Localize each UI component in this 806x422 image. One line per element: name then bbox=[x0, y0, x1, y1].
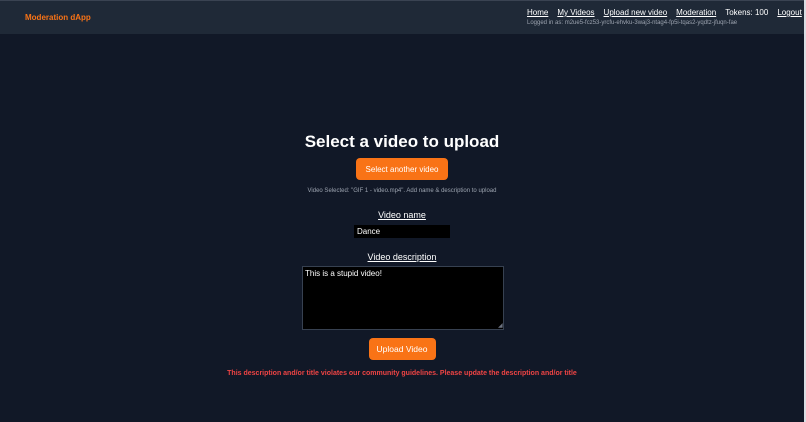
app-page: Moderation dApp Home My Videos Upload ne… bbox=[0, 0, 806, 422]
upload-video-button[interactable]: Upload Video bbox=[368, 338, 436, 360]
select-video-button[interactable]: Select another video bbox=[356, 158, 448, 180]
resize-handle-icon[interactable]: ◢ bbox=[498, 323, 503, 329]
logged-in-principal: Logged in as: m2ue5-fcz53-yrcfu-ehvku-3w… bbox=[527, 20, 738, 26]
video-name-label: Video name bbox=[378, 210, 426, 220]
selected-video-info: Video Selected: "GIF 1 - video.mp4". Add… bbox=[307, 188, 497, 194]
video-name-label-wrap: Video name bbox=[0, 205, 804, 223]
brand-logo[interactable]: Moderation dApp bbox=[25, 13, 91, 22]
video-description-label: Video description bbox=[367, 252, 437, 262]
nav-moderation-link[interactable]: Moderation bbox=[676, 8, 716, 17]
video-name-field-wrap bbox=[0, 225, 804, 238]
nav-home-link[interactable]: Home bbox=[527, 8, 548, 17]
nav-my-videos-link[interactable]: My Videos bbox=[557, 8, 594, 17]
nav-logout-link[interactable]: Logout bbox=[777, 8, 801, 17]
token-balance: Tokens: 100 bbox=[725, 8, 769, 17]
video-name-input[interactable] bbox=[354, 225, 450, 238]
upload-title-wrap: Select a video to upload bbox=[0, 132, 804, 152]
navbar: Moderation dApp Home My Videos Upload ne… bbox=[0, 1, 804, 34]
nav-links: Home My Videos Upload new video Moderati… bbox=[527, 8, 802, 17]
guideline-error-message: This description and/or title violates o… bbox=[227, 370, 577, 377]
select-button-wrap: Select another video bbox=[0, 158, 804, 180]
nav-upload-link[interactable]: Upload new video bbox=[604, 8, 668, 17]
page-title: Select a video to upload bbox=[304, 132, 500, 151]
upload-button-wrap: Upload Video bbox=[0, 338, 804, 360]
video-description-textarea[interactable]: This is a stupid video! bbox=[302, 266, 504, 330]
video-description-label-wrap: Video description bbox=[0, 247, 804, 265]
video-description-wrap: This is a stupid video! ◢ bbox=[302, 266, 504, 330]
